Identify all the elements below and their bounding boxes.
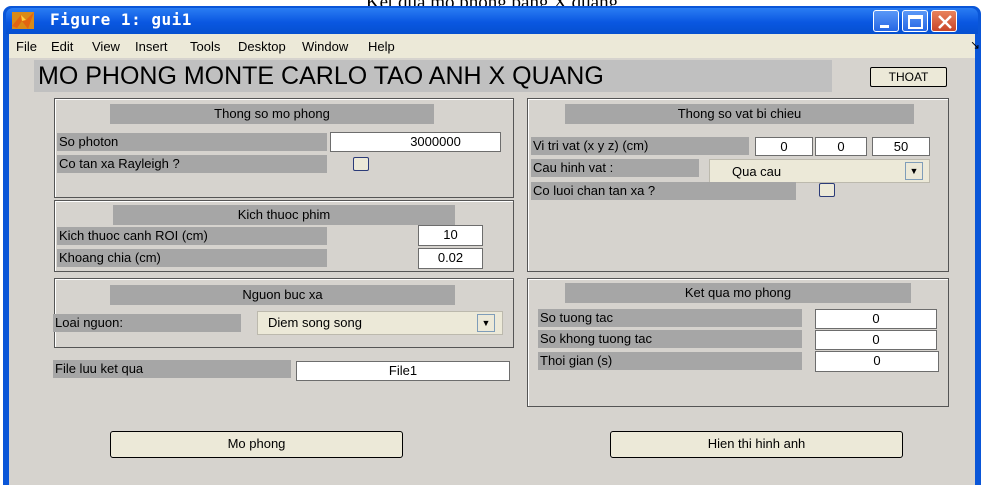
panel-title-film-size: Kich thuoc phim — [113, 205, 455, 225]
window-title: Figure 1: gui1 — [50, 10, 192, 29]
roi-input[interactable]: 10 — [418, 225, 483, 246]
panel-title-object-params: Thong so vat bi chieu — [565, 104, 914, 124]
photon-input[interactable]: 3000000 — [330, 132, 501, 152]
matlab-logo-icon — [12, 12, 34, 29]
division-input[interactable]: 0.02 — [418, 248, 483, 269]
source-type-select[interactable]: Diem song song — [257, 311, 503, 335]
menu-overflow-icon[interactable]: ↘ — [970, 38, 980, 52]
position-z-input[interactable]: 50 — [872, 137, 930, 156]
position-x-input[interactable]: 0 — [755, 137, 813, 156]
grid-checkbox[interactable] — [819, 183, 835, 197]
maximize-icon — [908, 15, 923, 29]
output-file-input[interactable]: File1 — [296, 361, 510, 381]
menu-help[interactable]: Help — [368, 39, 395, 54]
rayleigh-checkbox[interactable] — [353, 157, 369, 171]
menu-view[interactable]: View — [92, 39, 120, 54]
page-title: MO PHONG MONTE CARLO TAO ANH X QUANG — [34, 60, 832, 92]
menu-insert[interactable]: Insert — [135, 39, 168, 54]
menu-tools[interactable]: Tools — [190, 39, 220, 54]
position-y-input[interactable]: 0 — [815, 137, 867, 156]
source-type-value: Diem song song — [268, 315, 362, 330]
division-label: Khoang chia (cm) — [57, 249, 327, 267]
time-value: 0 — [815, 351, 939, 372]
simulate-button[interactable]: Mo phong — [110, 431, 403, 458]
maximize-button[interactable] — [902, 10, 928, 32]
minimize-button[interactable] — [873, 10, 899, 32]
shape-label: Cau hinh vat : — [531, 159, 699, 177]
not-interacted-value: 0 — [815, 330, 937, 350]
roi-label: Kich thuoc canh ROI (cm) — [57, 227, 327, 245]
time-label: Thoi gian (s) — [538, 352, 802, 370]
position-label: Vi tri vat (x y z) (cm) — [531, 137, 749, 155]
grid-label: Co luoi chan tan xa ? — [531, 182, 796, 200]
interacted-value: 0 — [815, 309, 937, 329]
source-type-label: Loai nguon: — [53, 314, 241, 332]
exit-button[interactable]: THOAT — [870, 67, 947, 87]
shape-dropdown-icon[interactable]: ▼ — [905, 162, 923, 180]
close-icon — [938, 15, 952, 29]
not-interacted-label: So khong tuong tac — [538, 330, 802, 348]
menu-file[interactable]: File — [16, 39, 37, 54]
panel-title-sim-params: Thong so mo phong — [110, 104, 434, 124]
interacted-label: So tuong tac — [538, 309, 802, 327]
shape-select[interactable]: Qua cau — [709, 159, 930, 183]
panel-title-results: Ket qua mo phong — [565, 283, 911, 303]
show-image-button[interactable]: Hien thi hinh anh — [610, 431, 903, 458]
panel-title-source: Nguon buc xa — [110, 285, 455, 305]
rayleigh-label: Co tan xa Rayleigh ? — [57, 155, 327, 173]
output-file-label: File luu ket qua — [53, 360, 291, 378]
menu-edit[interactable]: Edit — [51, 39, 73, 54]
close-button[interactable] — [931, 10, 957, 32]
source-dropdown-icon[interactable]: ▼ — [477, 314, 495, 332]
minimize-icon — [880, 25, 889, 28]
menu-window[interactable]: Window — [302, 39, 348, 54]
menu-desktop[interactable]: Desktop — [238, 39, 286, 54]
shape-value: Qua cau — [732, 164, 782, 179]
photon-label: So photon — [57, 133, 327, 151]
